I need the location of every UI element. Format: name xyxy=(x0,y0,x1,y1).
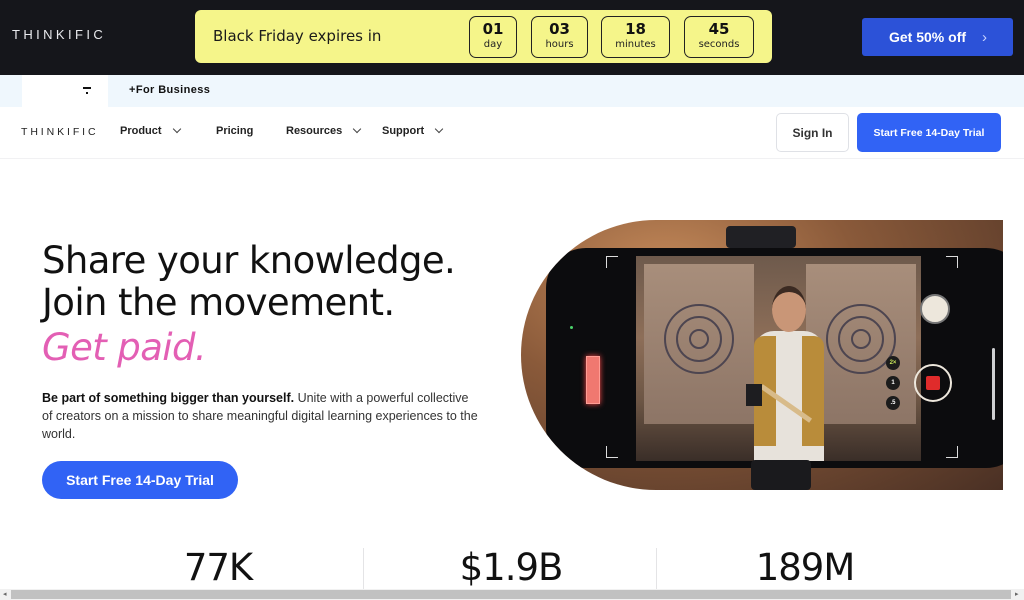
recording-timer-icon xyxy=(586,356,600,404)
hero-start-trial-button[interactable]: Start Free 14-Day Trial xyxy=(42,461,238,499)
tab-for-business[interactable]: +For Business xyxy=(129,84,210,96)
nav-item-label: Pricing xyxy=(216,125,254,137)
axe-head-icon xyxy=(746,384,762,406)
countdown-days: 01 day xyxy=(469,16,517,58)
headline-line-2: Join the movement. xyxy=(42,281,395,324)
phone-mount-bottom xyxy=(751,460,811,490)
nav-item-label: Product xyxy=(120,125,162,137)
camera-indicator-icon xyxy=(570,326,573,329)
nav-item-label: Resources xyxy=(286,125,343,137)
phone-mount-top xyxy=(726,226,796,248)
countdown-unit: minutes xyxy=(615,39,656,50)
hero-headline: Share your knowledge. Join the movement.… xyxy=(42,239,456,369)
zoom-2x-button: 2× xyxy=(886,356,900,370)
nav-start-trial-button[interactable]: Start Free 14-Day Trial xyxy=(857,113,1001,152)
chevron-down-icon xyxy=(353,124,362,134)
get-50-off-button[interactable]: Get 50% off › xyxy=(862,18,1013,56)
target-board xyxy=(644,264,754,424)
camera-viewfinder xyxy=(636,256,921,461)
countdown-unit: day xyxy=(483,39,503,50)
horizontal-scrollbar[interactable]: ◂ ▸ xyxy=(0,589,1024,600)
get-50-off-label: Get 50% off xyxy=(889,29,967,45)
hero-image: 2× 1 .5 xyxy=(521,220,1003,490)
chevron-right-icon: › xyxy=(982,28,988,46)
headline-line-1: Share your knowledge. xyxy=(42,239,456,282)
zoom-05x-button: .5 xyxy=(886,396,900,410)
promo-message: Black Friday expires in xyxy=(213,27,382,45)
tab-creators[interactable] xyxy=(22,75,108,107)
thinkific-logo[interactable]: THINKIFIC xyxy=(21,126,98,138)
nav-item-label: Support xyxy=(382,125,425,137)
person-head xyxy=(772,286,806,332)
sign-in-button[interactable]: Sign In xyxy=(776,113,849,152)
scroll-right-arrow-icon[interactable]: ▸ xyxy=(1015,590,1019,598)
countdown-minutes: 18 minutes xyxy=(601,16,670,58)
viewfinder-corner-icon xyxy=(606,256,618,268)
photo-shutter-icon xyxy=(920,294,950,324)
target-ring-icon xyxy=(851,329,871,349)
countdown-value: 18 xyxy=(625,20,646,38)
record-button-icon xyxy=(914,364,952,402)
nav-item-product[interactable]: Product xyxy=(120,124,181,137)
zoom-1x-button: 1 xyxy=(886,376,900,390)
stat-creators: 77K xyxy=(183,546,253,589)
chevron-down-icon xyxy=(434,124,444,134)
headline-line-3: Get paid. xyxy=(42,326,207,369)
nav-item-pricing[interactable]: Pricing xyxy=(216,125,253,137)
stat-students: 189M xyxy=(755,546,856,589)
countdown-value: 03 xyxy=(549,20,570,38)
stat-divider xyxy=(363,548,364,590)
countdown-value: 01 xyxy=(482,20,504,38)
phone-illustration: 2× 1 .5 xyxy=(546,248,1003,468)
phone-side-bar xyxy=(992,348,995,420)
target-ring-icon xyxy=(689,329,709,349)
nav-item-support[interactable]: Support xyxy=(382,124,444,137)
scrollbar-thumb[interactable] xyxy=(11,590,1011,599)
audience-switcher: +For Business xyxy=(0,75,1024,107)
nav-item-resources[interactable]: Resources xyxy=(286,124,362,137)
countdown-seconds: 45 seconds xyxy=(684,16,754,58)
countdown-banner: Black Friday expires in 01 day 03 hours … xyxy=(195,10,772,63)
viewfinder-corner-icon xyxy=(946,256,958,268)
main-nav: THINKIFIC Product Pricing Resources Supp… xyxy=(0,107,1024,159)
chevron-down-icon xyxy=(172,124,181,134)
countdown-hours: 03 hours xyxy=(531,16,588,58)
thinkific-mark-icon xyxy=(83,87,91,95)
viewfinder-corner-icon xyxy=(946,446,958,458)
promo-bar: THINKIFIC Black Friday expires in 01 day… xyxy=(0,0,1024,75)
promo-logo[interactable]: THINKIFIC xyxy=(12,27,106,42)
hero-description-bold: Be part of something bigger than yoursel… xyxy=(42,391,295,405)
hero-description: Be part of something bigger than yoursel… xyxy=(42,389,482,443)
stat-earnings: $1.9B xyxy=(459,546,564,589)
countdown-unit: seconds xyxy=(698,39,740,50)
stat-divider xyxy=(656,548,657,590)
viewfinder-corner-icon xyxy=(606,446,618,458)
scroll-left-arrow-icon[interactable]: ◂ xyxy=(3,590,7,598)
countdown-value: 45 xyxy=(708,20,730,38)
countdown-unit: hours xyxy=(545,39,574,50)
vest xyxy=(802,336,824,446)
